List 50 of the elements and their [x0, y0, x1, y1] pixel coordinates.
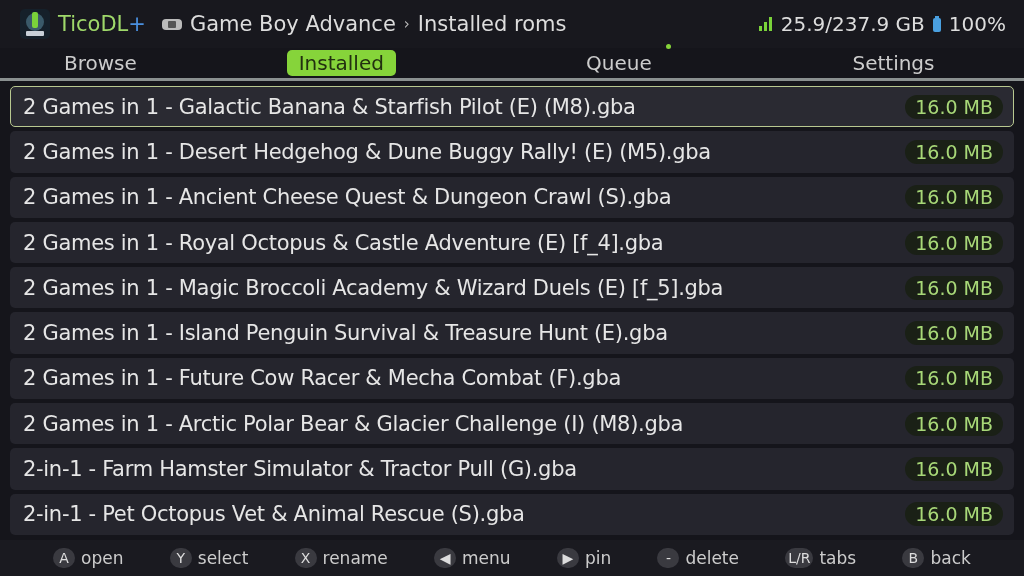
rom-list-item[interactable]: 2 Games in 1 - Future Cow Racer & Mecha Combat (F).gba 16.0 MB	[10, 357, 1014, 400]
rom-list-item[interactable]: 2 Games in 1 - Island Penguin Survival & Treasure Hunt (E).gba 16.0 MB	[10, 312, 1014, 354]
battery-icon	[932, 16, 941, 32]
hint-label: rename	[322, 548, 388, 568]
tab[interactable]: Installed	[286, 50, 396, 76]
button-glyph: A	[53, 548, 76, 568]
app-logo-icon	[20, 9, 50, 39]
rom-list-item[interactable]: 2 Games in 1 - Galactic Banana & Starfish Pilot (E) (M8).gba 16.0 MB	[10, 86, 1014, 128]
size-tag: 16.0 MB	[905, 411, 1003, 436]
button-glyph: X	[294, 548, 317, 568]
rom-list-item[interactable]: 2-in-1 - Farm Hamster Simulator & Tractor Pull (G).gba 16.0 MB	[10, 448, 1014, 490]
breadcrumb-item: Installed roms	[417, 12, 567, 36]
breadcrumb-item: Game Boy Advance	[189, 12, 396, 36]
button-glyph: L/R	[785, 548, 814, 568]
storage-icon	[758, 17, 773, 31]
rom-list-item[interactable]: 2 Games in 1 - Ancient Cheese Quest & Dungeon Crawl (S).gba 16.0 MB	[10, 176, 1014, 218]
size-tag: 16.0 MB	[905, 185, 1003, 210]
tab[interactable]: Settings	[840, 50, 947, 76]
hint-label: delete	[685, 548, 739, 568]
size-tag: 16.0 MB	[905, 366, 1003, 391]
hint-label: menu	[462, 548, 511, 568]
console-icon	[161, 18, 182, 30]
hint-label: open	[81, 548, 124, 568]
tab[interactable]: Queue	[574, 50, 664, 76]
rom-list-item[interactable]: 2 Games in 1 - Royal Octopus & Castle Adventure (E) [f_4].gba 16.0 MB	[10, 221, 1014, 264]
button-glyph: Y	[169, 548, 192, 568]
button-glyph: ▶	[556, 548, 579, 568]
button-glyph: ◀	[434, 548, 457, 568]
battery-text: 100%	[948, 12, 1006, 36]
size-tag: 16.0 MB	[905, 321, 1003, 346]
hint-label: select	[197, 548, 249, 568]
storage-text: 25.9/237.9 GB	[780, 12, 925, 36]
size-tag: 16.0 MB	[905, 457, 1003, 481]
rom-list-item[interactable]: 2 Games in 1 - Magic Broccoli Academy & Wizard Duels (E) [f_5].gba 16.0 MB	[10, 267, 1014, 309]
breadcrumb-separator: ›	[403, 15, 410, 33]
tab[interactable]: Browse	[51, 50, 149, 76]
size-tag: 16.0 MB	[905, 139, 1003, 164]
rom-list-item[interactable]: 2 Games in 1 - Desert Hedgehog & Dune Buggy Rally! (E) (M5).gba 16.0 MB	[10, 131, 1014, 173]
hint-label: back	[930, 548, 971, 568]
rom-list-item[interactable]: 2 Games in 1 - Arctic Polar Bear & Glacier Challenge (I) (M8).gba 16.0 MB	[10, 403, 1014, 445]
size-tag: 16.0 MB	[905, 94, 1003, 119]
size-tag: 16.0 MB	[905, 275, 1003, 300]
app-name: TicoDL+	[58, 12, 146, 36]
size-tag: 16.0 MB	[905, 502, 1003, 527]
hint-label: pin	[584, 548, 612, 568]
rom-list-item[interactable]: 2-in-1 - Pet Octopus Vet & Animal Rescue (S).gba 16.0 MB	[10, 493, 1014, 535]
button-glyph: -	[657, 548, 680, 568]
hint-label: tabs	[819, 548, 857, 568]
size-tag: 16.0 MB	[905, 230, 1003, 255]
button-glyph: B	[902, 548, 925, 568]
